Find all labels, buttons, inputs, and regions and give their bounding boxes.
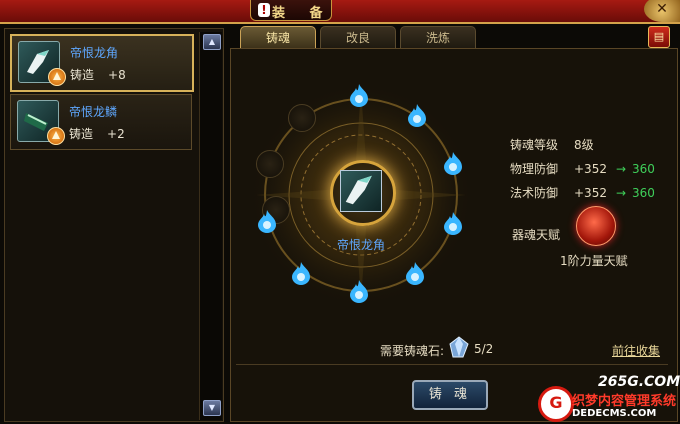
watermark-logo: G	[538, 386, 574, 422]
soul-flame-icon	[444, 152, 462, 175]
item-bonus: +2	[107, 127, 125, 141]
stat-row-magic-defense: 法术防御 +352 → 360	[510, 186, 655, 200]
item-name: 帝恨龙角	[70, 46, 119, 60]
warning-icon: !	[258, 3, 270, 17]
soul-flame-icon	[408, 104, 426, 127]
item-card-1[interactable]: 帝恨龙角 铸造 +8	[10, 34, 194, 92]
item-list-scrollbar[interactable]: ▲ ▼	[199, 32, 222, 420]
talent-orb-icon[interactable]	[576, 206, 616, 246]
soul-flame-icon	[350, 84, 368, 107]
talent-name: 1阶力量天赋	[560, 254, 628, 268]
soul-flame-icon	[258, 210, 276, 233]
item-bonus: +8	[108, 68, 126, 82]
requirement-label: 需要铸魂石:	[380, 344, 445, 358]
upgrade-arrow-icon	[47, 127, 65, 145]
soul-flame-icon	[292, 262, 310, 285]
soul-stone-icon	[449, 336, 469, 358]
soul-flame-icon	[444, 212, 462, 235]
forge-soul-button[interactable]: 铸 魂	[412, 380, 488, 410]
soul-slot-empty	[288, 104, 316, 132]
watermark-text: 织梦内容管理系统	[572, 394, 677, 409]
tab-forge-soul[interactable]: 铸魂	[240, 26, 316, 49]
item-card-2[interactable]: 帝恨龙鳞 铸造 +2	[10, 94, 192, 150]
center-item-name: 帝恨龙角	[336, 238, 385, 252]
tab-improve[interactable]: 改良	[320, 26, 396, 49]
divider	[236, 364, 668, 365]
title-bar	[0, 0, 680, 24]
collect-link[interactable]: 前往收集	[612, 342, 660, 359]
book-icon[interactable]: ▤	[648, 26, 670, 48]
close-button[interactable]: ✕	[644, 0, 680, 22]
stat-row-level: 铸魂等级 8级	[510, 138, 594, 152]
tab-refine[interactable]: 洗炼	[400, 26, 476, 49]
upgrade-arrow-icon	[48, 68, 66, 86]
item-stat: 铸造 +2	[69, 127, 125, 141]
requirement-count: 5/2	[474, 342, 494, 356]
soul-flame-icon	[350, 280, 368, 303]
center-item-horn-icon[interactable]	[340, 170, 382, 212]
scroll-down-button[interactable]: ▼	[203, 400, 221, 416]
watermark-url: DEDECMS.COM	[572, 408, 657, 419]
stat-row-physical-defense: 物理防御 +352 → 360	[510, 162, 655, 176]
item-stat: 铸造 +8	[70, 68, 126, 82]
talent-label: 器魂天赋	[512, 228, 561, 242]
soul-flame-icon	[406, 262, 424, 285]
scroll-up-button[interactable]: ▲	[203, 34, 221, 50]
watermark-site: 265G.COM	[598, 374, 680, 390]
window-title: 装 备	[272, 6, 333, 21]
item-name: 帝恨龙鳞	[69, 105, 118, 119]
soul-slot-empty	[256, 150, 284, 178]
